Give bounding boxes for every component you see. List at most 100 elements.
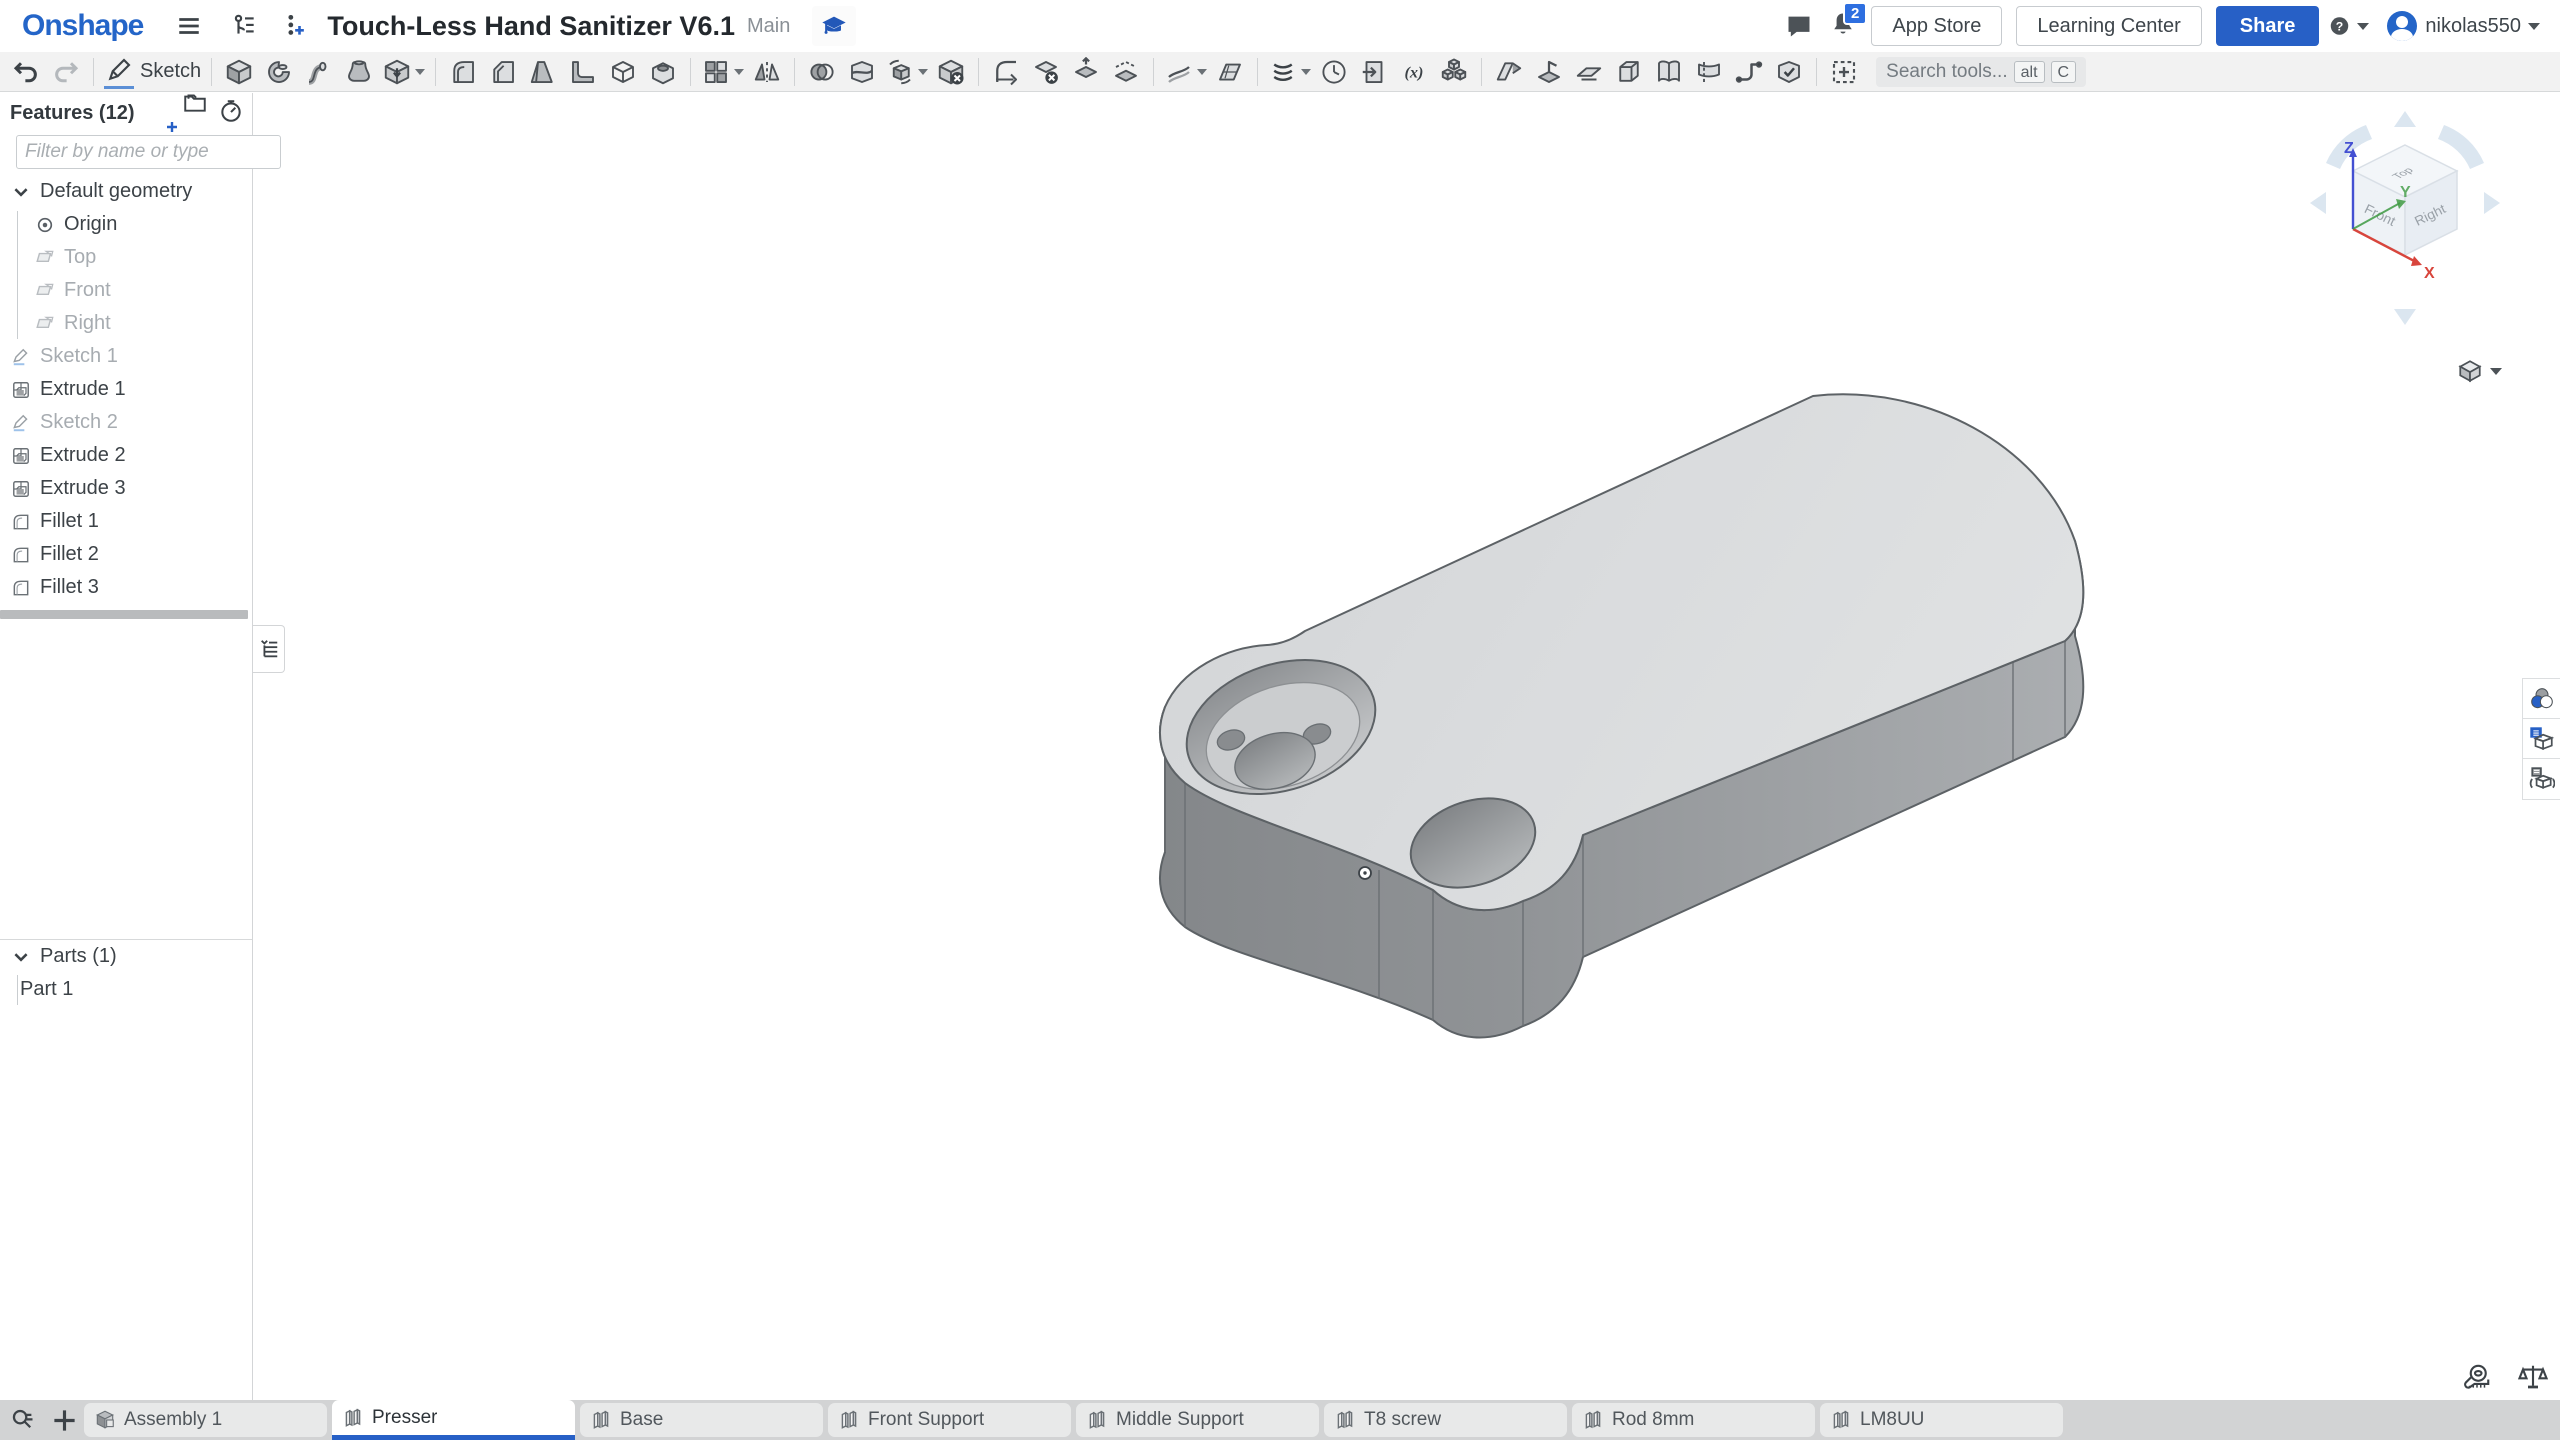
feature-sketch-2[interactable]: Sketch 2 [0, 406, 252, 439]
feature-right[interactable]: Right [0, 307, 252, 340]
view-options-button[interactable] [2457, 358, 2502, 384]
feature-statistics-icon[interactable] [218, 98, 244, 129]
linear-pattern-caret-icon[interactable] [734, 69, 744, 75]
helix-caret-icon[interactable] [1301, 69, 1311, 75]
modify-fillet-tool[interactable] [986, 55, 1026, 89]
feature-extrude-2[interactable]: Extrude 2 [0, 439, 252, 472]
graphics-canvas[interactable]: Top Front Right Z X Y [253, 93, 2560, 1400]
trim-surface-tool[interactable] [1689, 55, 1729, 89]
draft-tool[interactable] [523, 55, 563, 89]
tab-rod-8mm[interactable]: Rod 8mm [1572, 1403, 1815, 1437]
learning-center-button[interactable]: Learning Center [2016, 6, 2201, 46]
workspace-name[interactable]: Main [747, 15, 790, 38]
feature-fillet-2[interactable]: Fillet 2 [0, 538, 252, 571]
chevron-down-icon[interactable] [8, 183, 34, 201]
rib-tool[interactable] [563, 55, 603, 89]
education-icon[interactable] [812, 6, 856, 46]
feature-default-geometry[interactable]: Default geometry [0, 175, 252, 208]
user-menu-caret-icon[interactable] [2528, 23, 2540, 30]
shell-tool[interactable] [603, 55, 643, 89]
feature-fillet-3[interactable]: Fillet 3 [0, 571, 252, 604]
select-tool-tool[interactable] [1824, 55, 1864, 89]
sweep-tool[interactable] [299, 55, 339, 89]
hamburger-icon[interactable] [169, 6, 209, 46]
custom-tables-icon[interactable] [2523, 719, 2560, 759]
versions-icon[interactable] [225, 6, 265, 46]
measure-tape-icon[interactable] [2462, 1362, 2492, 1392]
variable-tool[interactable]: (x) [1394, 55, 1434, 89]
configurations-icon[interactable] [2523, 759, 2560, 799]
split-tool[interactable] [842, 55, 882, 89]
feature-fillet-1[interactable]: Fillet 1 [0, 505, 252, 538]
revolve-tool[interactable] [259, 55, 299, 89]
feature-extrude-1[interactable]: Extrude 1 [0, 373, 252, 406]
tab-lm8uu[interactable]: LM8UU [1820, 1403, 2063, 1437]
app-store-button[interactable]: App Store [1871, 6, 2002, 46]
mirror-tool[interactable] [747, 55, 787, 89]
add-tab-icon[interactable] [51, 1407, 78, 1434]
notifications-icon[interactable]: 2 [1829, 10, 1857, 43]
tab-base[interactable]: Base [580, 1403, 823, 1437]
parts-header[interactable]: Parts (1) [0, 940, 252, 973]
sheet-metal-model-tool[interactable] [1489, 55, 1529, 89]
help-icon[interactable]: ? [2329, 6, 2369, 46]
derived-tool[interactable] [1354, 55, 1394, 89]
offset-surface-caret-icon[interactable] [1197, 69, 1207, 75]
fs-check-tool[interactable] [1769, 55, 1809, 89]
mass-properties-icon[interactable] [2518, 1362, 2548, 1392]
thicken-caret-icon[interactable] [415, 69, 425, 75]
document-title[interactable]: Touch-Less Hand Sanitizer V6.1 [327, 11, 735, 42]
offset-surface-tool[interactable] [1161, 55, 1210, 89]
filter-input[interactable] [16, 135, 281, 169]
fillet-tool[interactable] [443, 55, 483, 89]
tab-middle-support[interactable]: Middle Support [1076, 1403, 1319, 1437]
avatar[interactable] [2387, 11, 2417, 41]
loft-tool[interactable] [339, 55, 379, 89]
helix-tool[interactable] [1265, 55, 1314, 89]
tab-assembly-1[interactable]: Assembly 1 [84, 1403, 327, 1437]
branch-icon[interactable] [273, 6, 313, 46]
thicken-tool[interactable] [379, 55, 428, 89]
move-face-tool[interactable] [1066, 55, 1106, 89]
feature-front[interactable]: Front [0, 274, 252, 307]
tab-presser[interactable]: Presser [332, 1400, 575, 1440]
delete-part-tool[interactable] [931, 55, 971, 89]
sketch-tool[interactable]: Sketch [101, 55, 204, 89]
extrude-tool[interactable] [219, 55, 259, 89]
tab-t8-screw[interactable]: T8 screw [1324, 1403, 1567, 1437]
transform-tool[interactable] [882, 55, 931, 89]
rollback-bar[interactable] [0, 610, 248, 619]
chamfer-tool[interactable] [483, 55, 523, 89]
view-cube[interactable]: Top Front Right Z X Y [2300, 103, 2510, 333]
custom-feature-tool[interactable] [1434, 55, 1474, 89]
manage-tabs-icon[interactable] [10, 1407, 37, 1434]
panel-toggle-button[interactable] [253, 625, 285, 673]
flange-tool[interactable] [1529, 55, 1569, 89]
frame-tool[interactable] [1609, 55, 1649, 89]
onshape-logo[interactable]: Onshape [22, 9, 143, 43]
fill-surface-tool[interactable] [1210, 55, 1250, 89]
appearance-panel-icon[interactable] [2523, 679, 2560, 719]
search-tools[interactable]: Search tools...altC [1876, 57, 2086, 87]
boolean-tool[interactable] [802, 55, 842, 89]
username[interactable]: nikolas550 [2425, 15, 2521, 38]
flatten-tool[interactable] [1569, 55, 1609, 89]
feature-sketch-1[interactable]: Sketch 1 [0, 340, 252, 373]
chevron-down-icon[interactable] [8, 948, 34, 966]
tab-front-support[interactable]: Front Support [828, 1403, 1071, 1437]
feature-extrude-3[interactable]: Extrude 3 [0, 472, 252, 505]
comments-icon[interactable] [1779, 6, 1819, 46]
projected-curve-tool[interactable] [1314, 55, 1354, 89]
linear-pattern-tool[interactable] [698, 55, 747, 89]
feature-top[interactable]: Top [0, 241, 252, 274]
part-presser-3d[interactable] [253, 93, 2560, 1400]
undo-tool[interactable] [6, 55, 46, 89]
redo-tool[interactable] [46, 55, 86, 89]
feature-origin[interactable]: Origin [0, 208, 252, 241]
replace-face-tool[interactable] [1106, 55, 1146, 89]
delete-face-tool[interactable] [1026, 55, 1066, 89]
share-button[interactable]: Share [2216, 6, 2320, 46]
insert-folder-icon[interactable] [182, 89, 208, 138]
transform-caret-icon[interactable] [918, 69, 928, 75]
bridging-curve-tool[interactable] [1649, 55, 1689, 89]
